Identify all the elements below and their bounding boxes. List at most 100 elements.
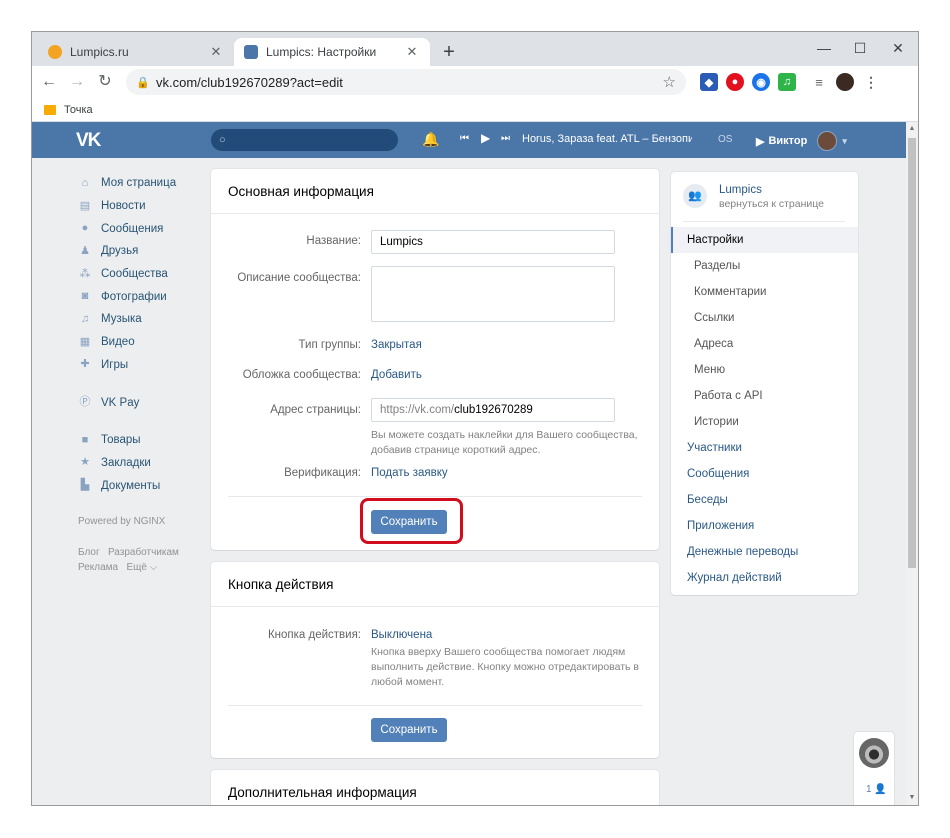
- video-icon: ▦: [79, 335, 91, 348]
- sidebar-item-vkpay[interactable]: Ⓟ VK Pay: [78, 391, 218, 414]
- menu-item-stories[interactable]: Истории: [671, 409, 858, 435]
- footer-link-ads[interactable]: Реклама: [78, 562, 118, 573]
- card-title: Дополнительная информация: [211, 770, 659, 805]
- close-tab-icon[interactable]: ✕: [404, 44, 420, 60]
- verification-apply-link[interactable]: Подать заявку: [371, 467, 448, 479]
- address-bar[interactable]: 🔒 vk.com/club192670289?act=edit ☆: [126, 69, 686, 95]
- card-title: Основная информация: [211, 169, 659, 214]
- new-tab-plus-icon[interactable]: +: [437, 40, 461, 64]
- group-type-link[interactable]: Закрытая: [371, 339, 422, 351]
- address-field[interactable]: https://vk.com/club192670289: [371, 398, 615, 422]
- previous-track-icon[interactable]: ⏮: [460, 133, 469, 144]
- menu-item-comments[interactable]: Комментарии: [671, 279, 858, 305]
- basic-info-card: Основная информация Название: Lumpics Оп…: [211, 169, 659, 550]
- powered-by: Powered by NGINX: [78, 516, 166, 527]
- sidebar-item-label: Игры: [101, 358, 129, 371]
- sidebar-item-games[interactable]: ✚ Игры: [78, 354, 218, 377]
- menu-item-addresses[interactable]: Адреса: [671, 331, 858, 357]
- reload-icon[interactable]: ↻: [94, 71, 116, 93]
- sidebar-item-label: Музыка: [101, 313, 142, 326]
- tab-lumpics-ru[interactable]: Lumpics.ru ✕: [38, 38, 234, 66]
- extension-shield-icon[interactable]: ◆: [700, 73, 718, 91]
- sidebar-item-label: Новости: [101, 200, 146, 213]
- sidebar-item-messages[interactable]: ● Сообщения: [78, 217, 218, 240]
- name-label: Название:: [306, 235, 361, 247]
- group-name[interactable]: Lumpics: [719, 184, 824, 196]
- now-playing-track[interactable]: Horus, Зараза feat. ATL – Бензопила: [522, 133, 692, 145]
- address-label: Адрес страницы:: [270, 404, 361, 416]
- menu-item-money-transfers[interactable]: Денежные переводы: [671, 539, 858, 565]
- footer-link-blog[interactable]: Блог: [78, 547, 100, 558]
- action-button-status-link[interactable]: Выключена: [371, 629, 432, 641]
- forward-arrow-icon[interactable]: →: [66, 71, 88, 93]
- chat-avatar[interactable]: [859, 738, 889, 768]
- menu-item-api[interactable]: Работа с API: [671, 383, 858, 409]
- name-field[interactable]: Lumpics: [371, 230, 615, 254]
- settings-menu: 👥 Lumpics вернуться к странице Настройки…: [671, 172, 858, 595]
- vk-logo[interactable]: VK: [76, 130, 101, 152]
- lumpics-favicon-icon: [48, 45, 62, 59]
- menu-item-members[interactable]: Участники: [671, 435, 858, 461]
- window-close-icon[interactable]: ✕: [878, 36, 918, 60]
- vk-favicon-icon: [244, 45, 258, 59]
- bookmark-star-icon[interactable]: ☆: [663, 73, 676, 91]
- cover-add-link[interactable]: Добавить: [371, 369, 422, 381]
- chevron-down-icon: ▾: [842, 135, 847, 146]
- sidebar-item-goods[interactable]: ■ Товары: [78, 429, 218, 452]
- menu-item-messages[interactable]: Сообщения: [671, 461, 858, 487]
- play-icon[interactable]: ▶: [481, 131, 490, 145]
- sidebar-item-label: Моя страница: [101, 177, 177, 190]
- footer-link-developers[interactable]: Разработчикам: [108, 547, 179, 558]
- friends-icon: ♟: [80, 244, 90, 257]
- chevron-down-icon[interactable]: ⌵: [147, 562, 158, 573]
- sidebar-item-my-page[interactable]: ⌂ Моя страница: [78, 172, 218, 195]
- menu-item-apps[interactable]: Приложения: [671, 513, 858, 539]
- back-arrow-icon[interactable]: ←: [38, 71, 60, 93]
- close-tab-icon[interactable]: ✕: [208, 44, 224, 60]
- document-icon: ▙: [80, 479, 90, 492]
- action-button-label: Кнопка действия:: [267, 629, 361, 641]
- back-to-page-link[interactable]: вернуться к странице: [719, 198, 824, 210]
- menu-item-links[interactable]: Ссылки: [671, 305, 858, 331]
- scroll-up-icon[interactable]: ▲: [906, 122, 918, 136]
- extension-globe-icon[interactable]: ◉: [752, 73, 770, 91]
- sidebar-item-music[interactable]: ♫ Музыка: [78, 308, 218, 331]
- sidebar-item-photos[interactable]: ◙ Фотографии: [78, 285, 218, 308]
- sidebar-separator: [78, 414, 218, 429]
- menu-item-sections[interactable]: Разделы: [671, 253, 858, 279]
- menu-item-settings[interactable]: Настройки: [671, 227, 858, 253]
- sidebar-item-documents[interactable]: ▙ Документы: [78, 474, 218, 497]
- maximize-icon[interactable]: ☐: [840, 36, 880, 60]
- scrollbar-thumb[interactable]: [908, 138, 916, 568]
- scroll-down-icon[interactable]: ▼: [906, 791, 918, 805]
- bell-icon[interactable]: 🔔: [422, 131, 439, 148]
- profile-avatar-icon[interactable]: [836, 73, 854, 91]
- menu-item-chats[interactable]: Беседы: [671, 487, 858, 513]
- menu-item-menu[interactable]: Меню: [671, 357, 858, 383]
- chat-widget[interactable]: 1 👤: [854, 732, 894, 805]
- hint-line: добавив странице короткий адрес.: [371, 444, 541, 456]
- extension-stop-icon[interactable]: ●: [726, 73, 744, 91]
- tab-vk-settings[interactable]: Lumpics: Настройки ✕: [234, 38, 430, 66]
- sidebar-item-news[interactable]: ▤ Новости: [78, 195, 218, 218]
- menu-dots-icon[interactable]: ⋮: [862, 73, 880, 91]
- user-menu[interactable]: ▶ Виктор ▾: [756, 131, 847, 151]
- scrollbar[interactable]: ▲ ▼: [906, 122, 918, 805]
- search-input[interactable]: ○: [211, 129, 398, 151]
- sidebar-item-bookmarks[interactable]: ★ Закладки: [78, 452, 218, 475]
- reading-list-icon[interactable]: ≡: [810, 73, 828, 91]
- description-field[interactable]: [371, 266, 615, 322]
- minimize-icon[interactable]: —: [804, 36, 844, 60]
- sidebar-item-communities[interactable]: ⁂ Сообщества: [78, 263, 218, 286]
- footer-link-more[interactable]: Ещё: [126, 562, 146, 573]
- bookmark-tochka[interactable]: Точка: [64, 104, 93, 116]
- menu-item-action-log[interactable]: Журнал действий: [671, 565, 858, 591]
- sidebar-item-video[interactable]: ▦ Видео: [78, 331, 218, 354]
- extension-music-icon[interactable]: ♫: [778, 73, 796, 91]
- sidebar-item-friends[interactable]: ♟ Друзья: [78, 240, 218, 263]
- footer-links: Блог Разработчикам Реклама Ещё ⌵: [78, 545, 198, 575]
- next-track-icon[interactable]: ⏭: [501, 133, 510, 144]
- lock-icon: 🔒: [136, 76, 150, 89]
- group-header[interactable]: 👥 Lumpics вернуться к странице: [683, 184, 845, 222]
- save-button[interactable]: Сохранить: [371, 718, 447, 742]
